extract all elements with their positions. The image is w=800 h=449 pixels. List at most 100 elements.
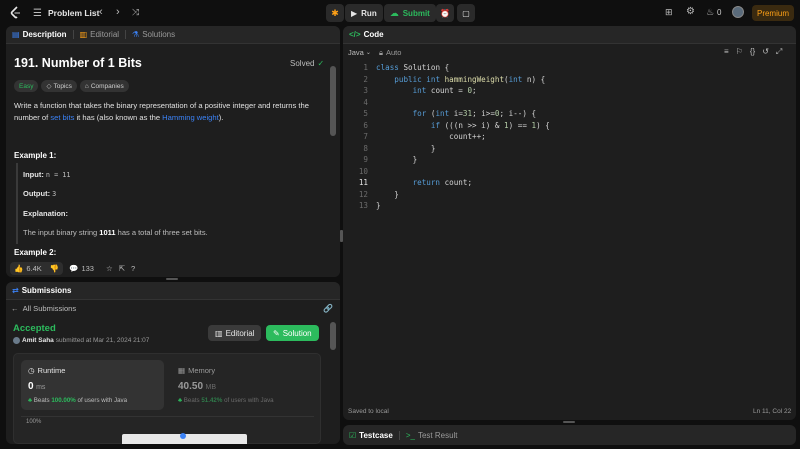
- submissions-scrollbar[interactable]: [330, 322, 336, 350]
- problem-list-link[interactable]: Problem List: [48, 8, 99, 18]
- scrollbar[interactable]: [330, 66, 336, 136]
- tab-divider: [398, 430, 400, 440]
- user-avatar[interactable]: [13, 337, 20, 344]
- thumbs-down-icon[interactable]: 👎: [50, 264, 59, 273]
- problem-description: Write a function that takes the binary r…: [14, 100, 326, 123]
- fire-count: 0: [717, 8, 722, 17]
- run-button[interactable]: ▶ Run: [345, 4, 383, 22]
- comment-icon: 💬: [69, 263, 79, 273]
- horizontal-splitter[interactable]: [166, 278, 178, 280]
- runtime-card[interactable]: ◷ Runtime 0 ms ♣ Beats 100.00% of users …: [21, 360, 164, 410]
- link-icon[interactable]: 🔗: [323, 304, 333, 313]
- shuffle-icon[interactable]: ⤨: [132, 7, 139, 18]
- runtime-beats: ♣ Beats 100.00% of users with Java: [28, 397, 127, 404]
- line-number: 4: [363, 97, 368, 107]
- line-number: 2: [363, 74, 368, 84]
- tag-icon: ◇: [46, 83, 52, 90]
- horizontal-splitter[interactable]: [563, 421, 575, 423]
- runtime-beats-suffix: of users with Java: [77, 397, 128, 404]
- code-editor[interactable]: class Solution { public int hammingWeigh…: [376, 62, 550, 212]
- problem-list-icon[interactable]: ☰: [33, 8, 42, 19]
- description-tabs: ▤ Description ▥ Editorial ⚗ Solutions: [6, 26, 340, 44]
- timer-button[interactable]: ⏰: [436, 4, 454, 22]
- lock-icon: ⌂: [84, 82, 89, 90]
- solution-button[interactable]: ✎ Solution: [266, 325, 319, 341]
- runtime-unit: ms: [36, 384, 46, 391]
- line-number: 12: [358, 189, 368, 199]
- example1-output: Output: 3: [23, 189, 56, 198]
- avatar[interactable]: [732, 6, 744, 18]
- hamming-weight-link[interactable]: Hamming weight: [162, 113, 219, 122]
- code-title: Code: [363, 30, 384, 39]
- topics-label: Topics: [53, 82, 72, 90]
- tab-solutions[interactable]: ⚗ Solutions: [132, 30, 175, 39]
- line-number: 11: [358, 178, 368, 187]
- checkbox-icon: ☑: [349, 430, 357, 440]
- bookmark-icon[interactable]: ⚐: [736, 47, 743, 57]
- explanation-part: has a total of three set bits.: [115, 228, 208, 237]
- auto-toggle[interactable]: 🔒︎ Auto: [379, 48, 401, 58]
- memory-card[interactable]: ▦ Memory 40.50 MB ♣ Beats 51.42% of user…: [171, 360, 314, 410]
- runtime-beats-pct: 100.00%: [51, 397, 76, 404]
- submit-label: Submit: [402, 8, 430, 18]
- all-submissions-link[interactable]: ← All Submissions: [11, 304, 76, 313]
- next-problem-icon[interactable]: ›: [116, 6, 120, 18]
- submit-button[interactable]: ☁ Submit: [383, 4, 436, 22]
- prev-problem-icon[interactable]: ‹: [99, 6, 103, 18]
- output-label: Output:: [23, 189, 51, 198]
- solved-status: Solved ✓: [290, 59, 324, 68]
- reset-icon[interactable]: ↺: [762, 47, 769, 57]
- bug-icon: ✱: [331, 7, 339, 18]
- tab-test-result[interactable]: >_ Test Result: [406, 431, 458, 440]
- companies-tag[interactable]: ⌂ Companies: [79, 80, 129, 92]
- help-icon[interactable]: ?: [131, 264, 135, 273]
- input-label: Input:: [23, 170, 44, 179]
- settings-gear-icon[interactable]: ⚙: [686, 6, 695, 17]
- layout-grid-icon[interactable]: ⊞: [665, 7, 673, 18]
- language-select[interactable]: Java ⌄: [348, 48, 371, 57]
- user-name[interactable]: Amit Saha: [22, 337, 54, 344]
- expand-icon[interactable]: ⤢: [776, 47, 782, 57]
- tab-testcase[interactable]: ☑ Testcase: [349, 431, 393, 440]
- check-circle-icon: ✓: [317, 59, 325, 68]
- testcase-tabs: ☑ Testcase >_ Test Result: [343, 425, 796, 445]
- book-icon: ▥: [215, 328, 223, 338]
- notes-button[interactable]: ▢: [457, 4, 475, 22]
- like-button[interactable]: 👍 6.4K 👎: [10, 261, 64, 275]
- tab-solutions-label: Solutions: [142, 30, 176, 39]
- set-bits-link[interactable]: set bits: [50, 113, 74, 122]
- premium-button[interactable]: Premium: [752, 5, 794, 21]
- format-icon[interactable]: ≡: [724, 47, 729, 57]
- star-icon[interactable]: ☆: [106, 264, 113, 273]
- input-value: n = 11: [45, 171, 71, 179]
- chart-bar[interactable]: [122, 433, 247, 444]
- line-number: 3: [363, 86, 368, 95]
- example2-title: Example 2:: [14, 248, 57, 257]
- braces-icon[interactable]: {}: [750, 47, 755, 57]
- leetcode-logo-icon[interactable]: [9, 6, 22, 19]
- solved-label: Solved: [290, 59, 315, 68]
- code-line: }: [430, 143, 436, 153]
- tab-description[interactable]: ▤ Description: [12, 30, 67, 39]
- editorial-button[interactable]: ▥ Editorial: [208, 325, 262, 341]
- explanation-label: Explanation:: [23, 209, 69, 218]
- chart-pct-label: 100%: [26, 419, 42, 425]
- chart-marker-icon: [180, 433, 186, 439]
- difficulty-badge[interactable]: Easy: [14, 80, 39, 92]
- tab-editorial[interactable]: ▥ Editorial: [80, 30, 119, 39]
- terminal-icon: >_: [405, 430, 415, 440]
- fire-streak-icon[interactable]: ♨: [706, 7, 714, 18]
- desc-text: it has (also known as the: [74, 112, 163, 122]
- tab-divider: [72, 30, 74, 39]
- example1-block: [16, 163, 18, 244]
- vertical-splitter[interactable]: [340, 230, 343, 242]
- topics-tag[interactable]: ◇ Topics: [41, 80, 77, 92]
- submissions-panel: ⇄ Submissions ← All Submissions 🔗 Accept…: [6, 282, 340, 444]
- share-icon[interactable]: ⇱: [119, 264, 125, 273]
- debug-button[interactable]: ✱: [326, 4, 344, 22]
- like-count: 6.4K: [26, 263, 42, 273]
- comments-button[interactable]: 💬 133: [69, 264, 94, 273]
- tab-test-result-label: Test Result: [417, 430, 458, 440]
